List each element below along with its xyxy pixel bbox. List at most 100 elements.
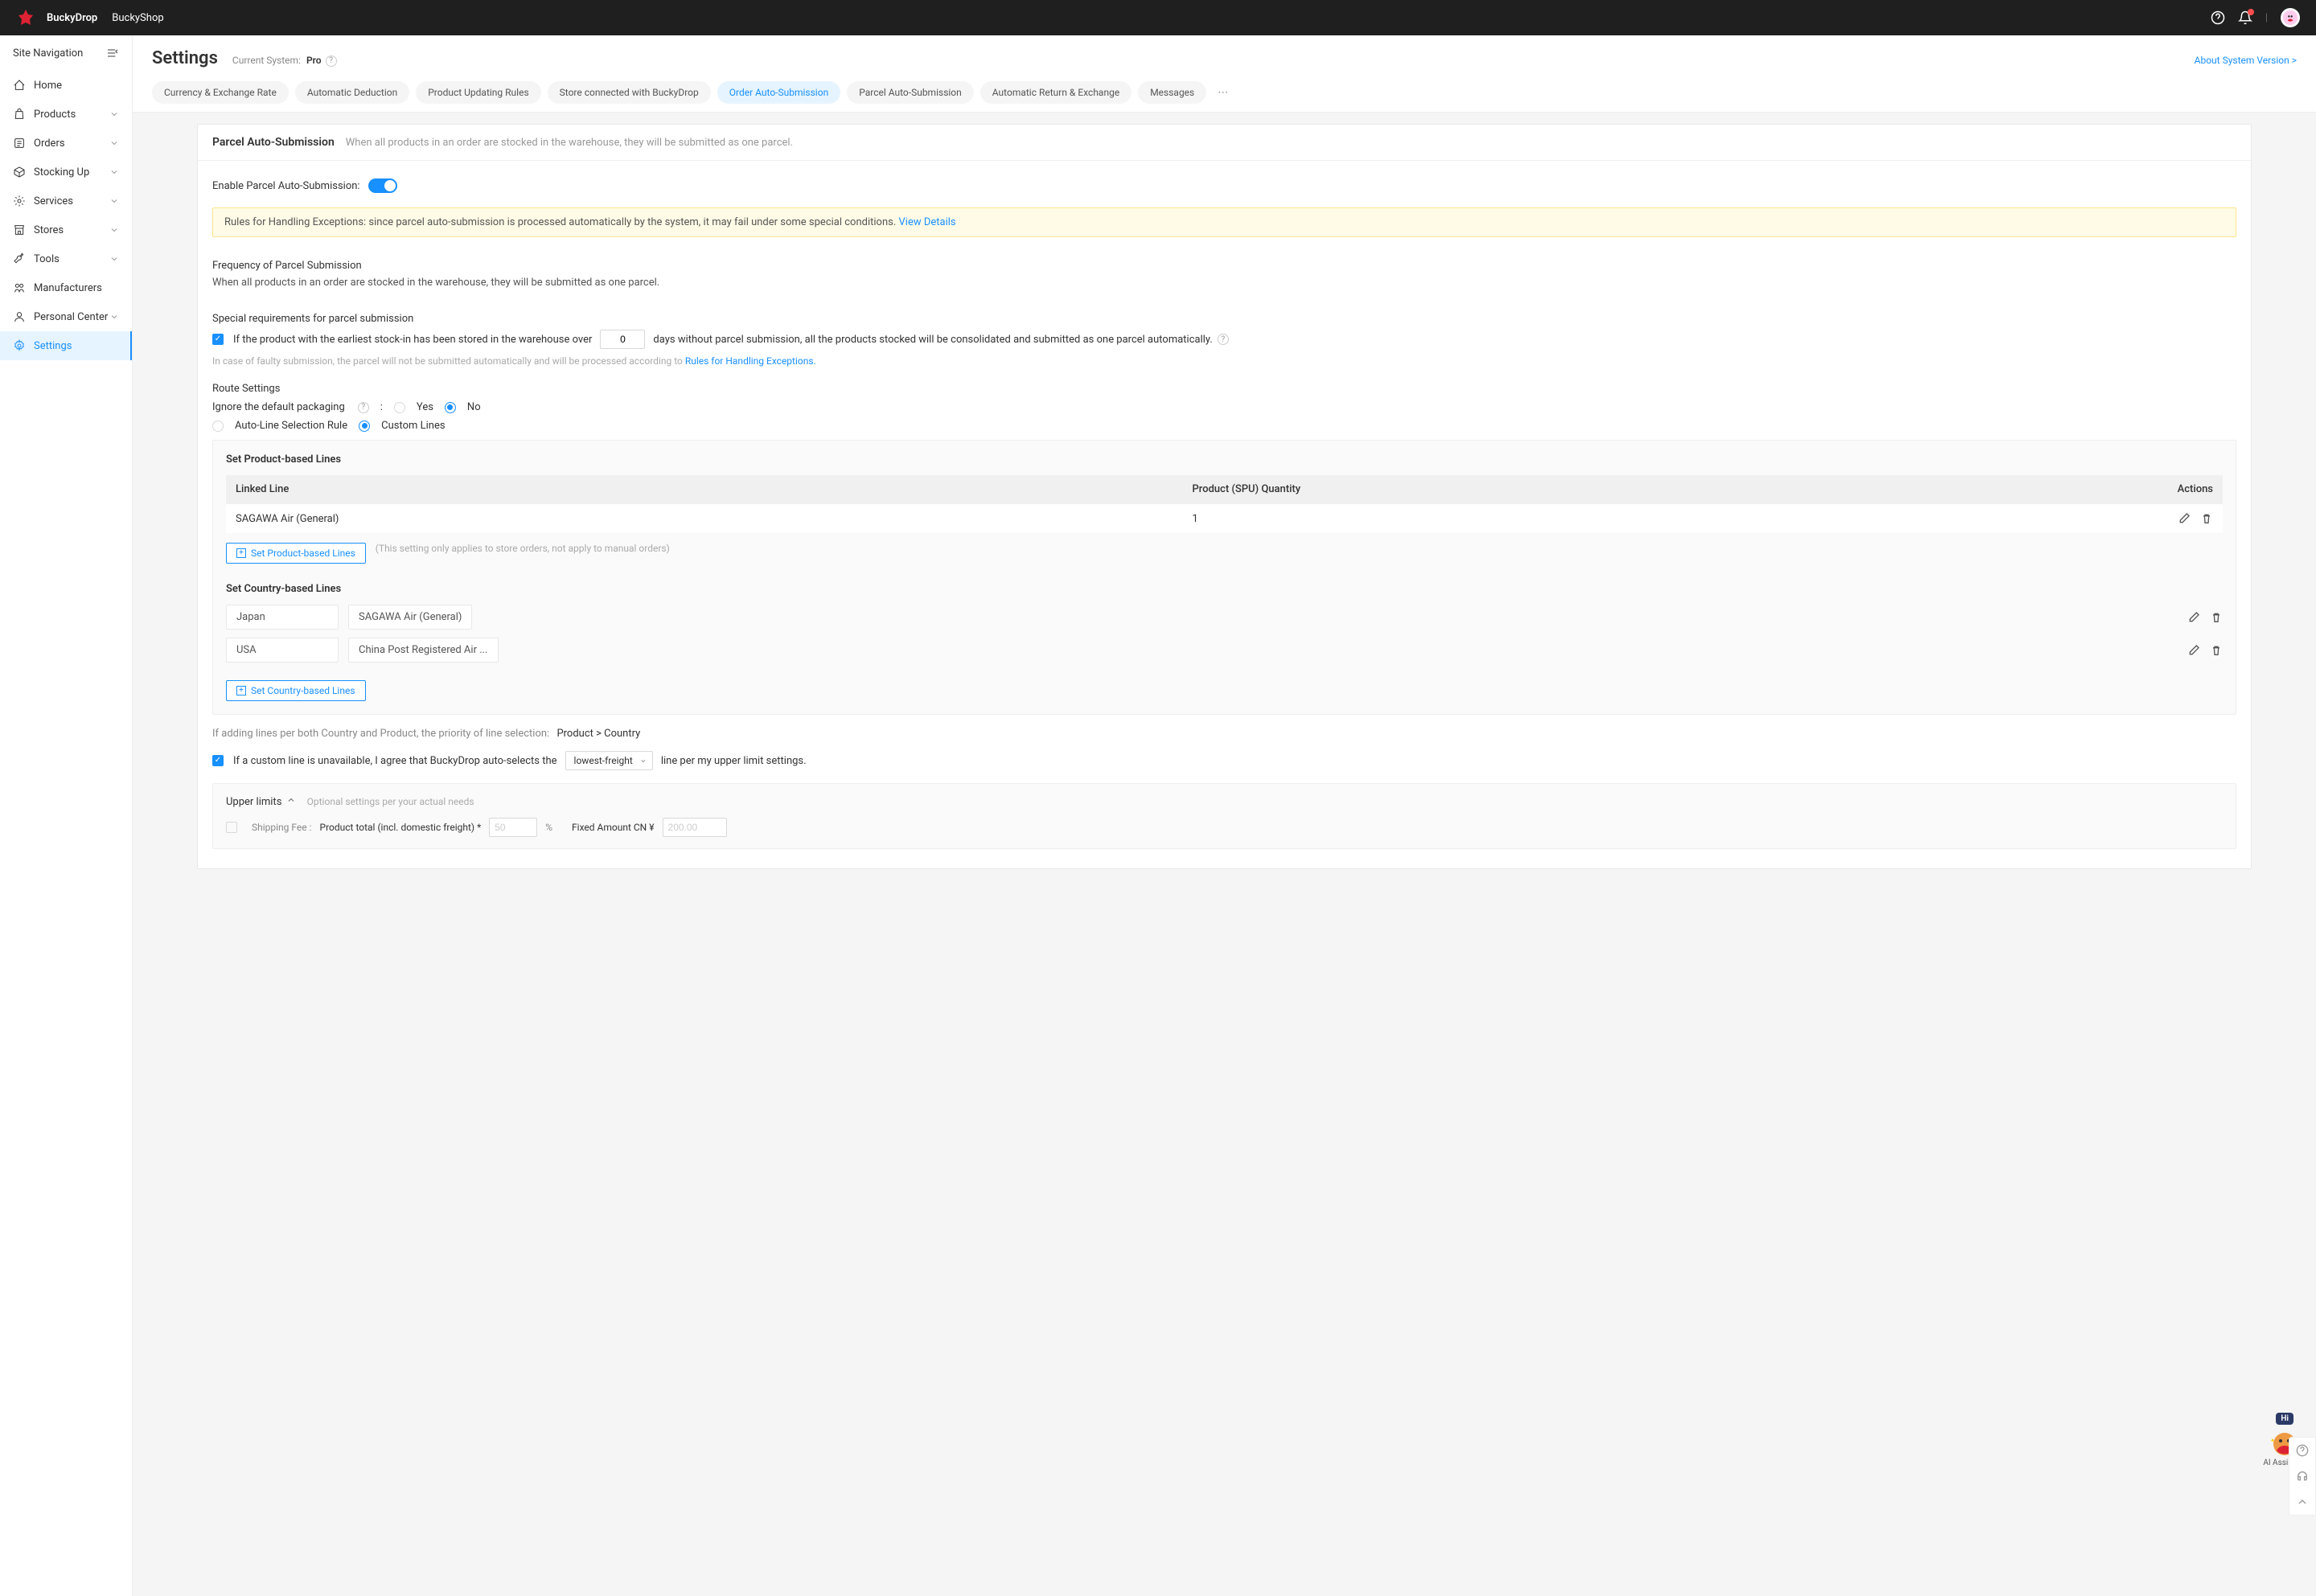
tab-auto-return[interactable]: Automatic Return & Exchange	[980, 81, 1131, 104]
home-icon	[13, 79, 26, 92]
custom-unavail-checkbox[interactable]	[212, 755, 224, 766]
upper-limits-title[interactable]: Upper limits	[226, 795, 296, 808]
edit-icon[interactable]	[2187, 611, 2200, 624]
list-icon	[13, 137, 26, 150]
chevron-down-icon	[109, 167, 119, 177]
line-box: SAGAWA Air (General)	[348, 605, 472, 630]
sidebar-item-personal-center[interactable]: Personal Center	[0, 302, 132, 331]
tab-messages[interactable]: Messages	[1138, 81, 1206, 104]
tools-icon	[13, 252, 26, 265]
rules-link[interactable]: Rules for Handling Exceptions.	[685, 355, 816, 367]
set-product-lines-button[interactable]: + Set Product-based Lines	[226, 543, 366, 564]
plus-icon: +	[236, 686, 246, 695]
chevron-down-icon	[109, 225, 119, 235]
ignore-no-radio[interactable]	[445, 402, 456, 413]
product-lines-hint: (This setting only applies to store orde…	[376, 543, 670, 554]
notification-dot	[2248, 9, 2254, 15]
country-row: USA China Post Registered Air ...	[226, 638, 2223, 663]
freight-select[interactable]: lowest-freight	[565, 751, 653, 770]
tab-product-updating[interactable]: Product Updating Rules	[416, 81, 540, 104]
bell-icon[interactable]	[2238, 10, 2252, 25]
custom-lines-radio[interactable]	[359, 421, 370, 432]
tab-store-connected[interactable]: Store connected with BuckyDrop	[548, 81, 711, 104]
sidebar-item-orders[interactable]: Orders	[0, 129, 132, 158]
help-icon[interactable]: ?	[358, 402, 369, 413]
sidebar-item-services[interactable]: Services	[0, 187, 132, 215]
enable-label: Enable Parcel Auto-Submission:	[212, 180, 360, 192]
page-title: Settings	[152, 48, 218, 68]
top-header: BuckyDrop BuckyShop |	[0, 0, 2316, 35]
panel-desc: When all products in an order are stocke…	[346, 137, 793, 149]
line-box: China Post Registered Air ...	[348, 638, 499, 663]
product-lines-table-head: Linked Line Product (SPU) Quantity Actio…	[226, 475, 2223, 503]
delete-icon[interactable]	[2210, 611, 2223, 624]
float-headset-icon[interactable]	[2289, 1463, 2315, 1489]
sidebar: Site Navigation Home Products Orders Sto…	[0, 35, 133, 1596]
special-req-title: Special requirements for parcel submissi…	[212, 313, 2236, 325]
upper-limits-panel: Upper limits Optional settings per your …	[212, 783, 2236, 849]
chevron-down-icon	[109, 312, 119, 322]
tab-currency[interactable]: Currency & Exchange Rate	[152, 81, 289, 104]
days-input[interactable]	[600, 330, 645, 349]
float-help-icon[interactable]	[2289, 1438, 2315, 1463]
route-settings-title: Route Settings	[212, 383, 2236, 395]
shipping-fee-checkbox[interactable]	[226, 822, 237, 833]
sidebar-item-products[interactable]: Products	[0, 100, 132, 129]
delete-icon[interactable]	[2210, 644, 2223, 657]
tab-order-auto-submission[interactable]: Order Auto-Submission	[717, 81, 840, 104]
table-row: SAGAWA Air (General) 1	[226, 503, 2223, 533]
float-top-icon[interactable]	[2289, 1489, 2315, 1515]
main-content: Settings Current System: Pro ? About Sys…	[133, 35, 2316, 1596]
sidebar-title: Site Navigation	[13, 47, 83, 59]
box-icon	[13, 166, 26, 178]
services-icon	[13, 195, 26, 207]
auto-line-radio[interactable]	[212, 421, 224, 432]
ignore-yes-radio[interactable]	[394, 402, 405, 413]
priority-value: Product > Country	[556, 728, 640, 740]
sidebar-item-stores[interactable]: Stores	[0, 215, 132, 244]
avatar[interactable]	[2281, 8, 2300, 27]
frequency-desc: When all products in an order are stocke…	[212, 277, 2236, 289]
chevron-up-icon	[286, 795, 296, 808]
help-icon[interactable]	[2211, 10, 2225, 25]
bag-icon	[13, 108, 26, 121]
tabs-more-icon[interactable]: ⋯	[1213, 87, 1233, 99]
settings-tabs: Currency & Exchange Rate Automatic Deduc…	[152, 81, 2297, 112]
special-req-checkbox[interactable]	[212, 334, 224, 345]
user-icon	[13, 310, 26, 323]
sidebar-title-row: Site Navigation	[0, 35, 132, 71]
country-box: USA	[226, 638, 339, 663]
fixed-amount-input[interactable]	[663, 818, 727, 837]
tab-parcel-auto-submission[interactable]: Parcel Auto-Submission	[847, 81, 974, 104]
logo	[16, 8, 35, 27]
view-details-link[interactable]: View Details	[899, 216, 956, 228]
sidebar-item-stocking-up[interactable]: Stocking Up	[0, 158, 132, 187]
edit-icon[interactable]	[2187, 644, 2200, 657]
sidebar-item-tools[interactable]: Tools	[0, 244, 132, 273]
set-country-lines-button[interactable]: + Set Country-based Lines	[226, 680, 366, 701]
collapse-icon[interactable]	[106, 47, 119, 59]
sidebar-item-home[interactable]: Home	[0, 71, 132, 100]
header-separator: |	[2265, 12, 2268, 24]
gear-icon	[13, 339, 26, 352]
lines-subpanel: Set Product-based Lines Linked Line Prod…	[212, 440, 2236, 715]
about-version-link[interactable]: About System Version >	[2195, 55, 2297, 66]
chevron-down-icon	[109, 109, 119, 119]
tab-auto-deduction[interactable]: Automatic Deduction	[295, 81, 409, 104]
delete-icon[interactable]	[2200, 512, 2213, 525]
brand-buckyshop[interactable]: BuckyShop	[112, 12, 163, 24]
sidebar-item-manufacturers[interactable]: Manufacturers	[0, 273, 132, 302]
edit-icon[interactable]	[2178, 512, 2191, 525]
panel-title: Parcel Auto-Submission	[212, 136, 335, 149]
help-icon[interactable]: ?	[1218, 334, 1229, 345]
chevron-down-icon	[109, 196, 119, 206]
brand-buckydrop[interactable]: BuckyDrop	[47, 12, 97, 24]
country-lines-title: Set Country-based Lines	[226, 583, 2223, 595]
chevron-down-icon	[109, 254, 119, 264]
enable-toggle[interactable]	[368, 178, 397, 193]
country-box: Japan	[226, 605, 339, 630]
percent-input[interactable]	[489, 818, 537, 837]
sidebar-item-settings[interactable]: Settings	[0, 331, 132, 360]
help-icon[interactable]: ?	[326, 55, 337, 67]
float-actions	[2289, 1437, 2316, 1516]
